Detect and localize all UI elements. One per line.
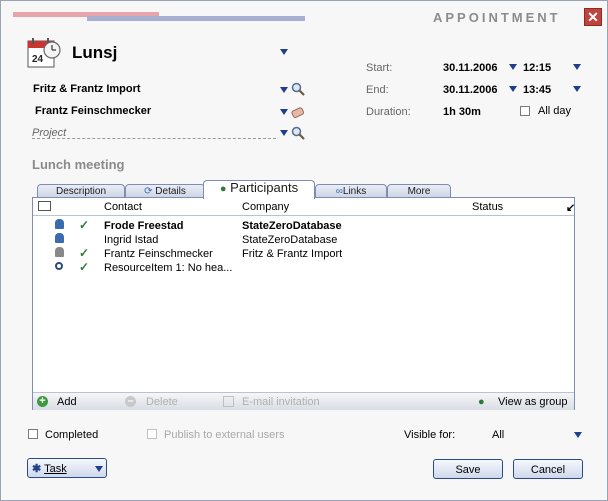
start-time-arrow[interactable] xyxy=(573,64,581,70)
task-button-label: Task xyxy=(44,463,67,475)
row-contact[interactable]: ResourceItem 1: No hea... xyxy=(104,262,232,274)
svg-text:24: 24 xyxy=(32,54,44,65)
email-invitation-button[interactable]: E-mail invitation xyxy=(242,396,320,408)
duration-value: 1h 30m xyxy=(443,106,481,118)
window-title: APPOINTMENT xyxy=(433,10,561,25)
contact-field[interactable]: Frantz Feinschmecker xyxy=(35,105,151,117)
tab-participants[interactable]: ● Participants xyxy=(203,180,315,199)
row-contact[interactable]: Frantz Feinschmecker xyxy=(104,248,213,260)
task-gear-icon: ✱ xyxy=(32,463,42,475)
column-company[interactable]: Company xyxy=(242,201,289,213)
row-contact[interactable]: Frode Freestad xyxy=(104,220,183,232)
end-time[interactable]: 13:45 xyxy=(523,84,551,96)
row-company[interactable]: Fritz & Frantz Import xyxy=(242,248,342,260)
company-field[interactable]: Fritz & Frantz Import xyxy=(33,83,141,95)
section-title: Lunch meeting xyxy=(32,157,125,172)
cancel-button-label: Cancel xyxy=(530,464,566,476)
duration-label: Duration: xyxy=(366,106,411,118)
cancel-button[interactable]: Cancel xyxy=(513,459,583,479)
start-date[interactable]: 30.11.2006 xyxy=(443,62,497,74)
title-dropdown-arrow[interactable] xyxy=(280,49,288,55)
start-time[interactable]: 12:15 xyxy=(523,62,551,74)
task-dropdown-arrow xyxy=(95,466,103,472)
delete-icon: – xyxy=(125,396,136,407)
visible-select[interactable]: All xyxy=(492,429,504,441)
tab-links-label: Links xyxy=(342,186,367,197)
completed-checkbox[interactable] xyxy=(28,429,38,439)
save-button[interactable]: Save xyxy=(433,459,503,479)
tab-participants-label: Participants xyxy=(230,180,299,195)
column-chooser-icon[interactable]: ↙ xyxy=(566,201,575,214)
participants-panel: Contact Company Status ↙ ✓ Frode Freesta… xyxy=(32,197,575,410)
visible-dropdown-arrow[interactable] xyxy=(574,432,582,438)
status-check-icon: ✓ xyxy=(79,246,90,260)
add-button[interactable]: Add xyxy=(57,396,77,408)
contact-dropdown-arrow[interactable] xyxy=(280,109,288,115)
card-column-icon xyxy=(38,201,51,211)
column-contact[interactable]: Contact xyxy=(104,201,142,213)
end-date-arrow[interactable] xyxy=(509,86,517,92)
status-check-icon: ✓ xyxy=(79,218,90,232)
end-date[interactable]: 30.11.2006 xyxy=(443,84,497,96)
resource-icon xyxy=(55,262,63,270)
header-stripe-blue xyxy=(87,16,305,21)
person-icon xyxy=(55,247,64,257)
email-icon xyxy=(223,396,234,407)
start-label: Start: xyxy=(366,62,393,74)
company-dropdown-arrow[interactable] xyxy=(280,87,288,93)
view-as-group-button[interactable]: View as group xyxy=(498,396,568,408)
status-check-icon: ✓ xyxy=(79,260,90,274)
search-icon[interactable] xyxy=(291,82,305,96)
save-button-label: Save xyxy=(455,464,481,476)
visible-label: Visible for: xyxy=(404,429,456,441)
completed-label: Completed xyxy=(45,429,99,441)
allday-checkbox[interactable] xyxy=(520,106,530,116)
publish-checkbox[interactable] xyxy=(147,429,157,439)
calendar-icon: 24 xyxy=(27,38,61,68)
row-company[interactable]: StateZeroDatabase xyxy=(242,220,342,232)
contact-card-icon[interactable] xyxy=(291,104,305,118)
project-underline xyxy=(32,138,276,139)
end-time-arrow[interactable] xyxy=(573,86,581,92)
header-divider xyxy=(33,215,574,216)
project-search-icon[interactable] xyxy=(291,126,305,140)
publish-label: Publish to external users xyxy=(164,429,285,441)
person-icon xyxy=(55,219,64,229)
row-contact[interactable]: Ingrid Istad xyxy=(104,234,158,246)
delete-button[interactable]: Delete xyxy=(146,396,178,408)
participants-icon: ● xyxy=(219,183,227,195)
project-dropdown-arrow[interactable] xyxy=(280,130,288,136)
appointment-title[interactable]: Lunsj xyxy=(72,43,117,63)
tab-details-label: Details xyxy=(155,186,186,197)
add-icon[interactable]: + xyxy=(37,396,48,407)
link-icon: ∞ xyxy=(335,186,343,197)
person-icon xyxy=(55,233,64,243)
appointment-window: APPOINTMENT ✕ 24 Lunsj Fritz & Frantz Im… xyxy=(0,0,608,501)
column-status[interactable]: Status xyxy=(472,201,503,213)
group-icon: ● xyxy=(478,396,485,408)
end-label: End: xyxy=(366,84,389,96)
details-icon: ⟳ xyxy=(144,186,156,197)
start-date-arrow[interactable] xyxy=(509,64,517,70)
allday-label: All day xyxy=(538,105,572,117)
task-button[interactable]: ✱ Task xyxy=(27,458,107,478)
close-button[interactable]: ✕ xyxy=(584,8,602,26)
row-company[interactable]: StateZeroDatabase xyxy=(242,234,337,246)
